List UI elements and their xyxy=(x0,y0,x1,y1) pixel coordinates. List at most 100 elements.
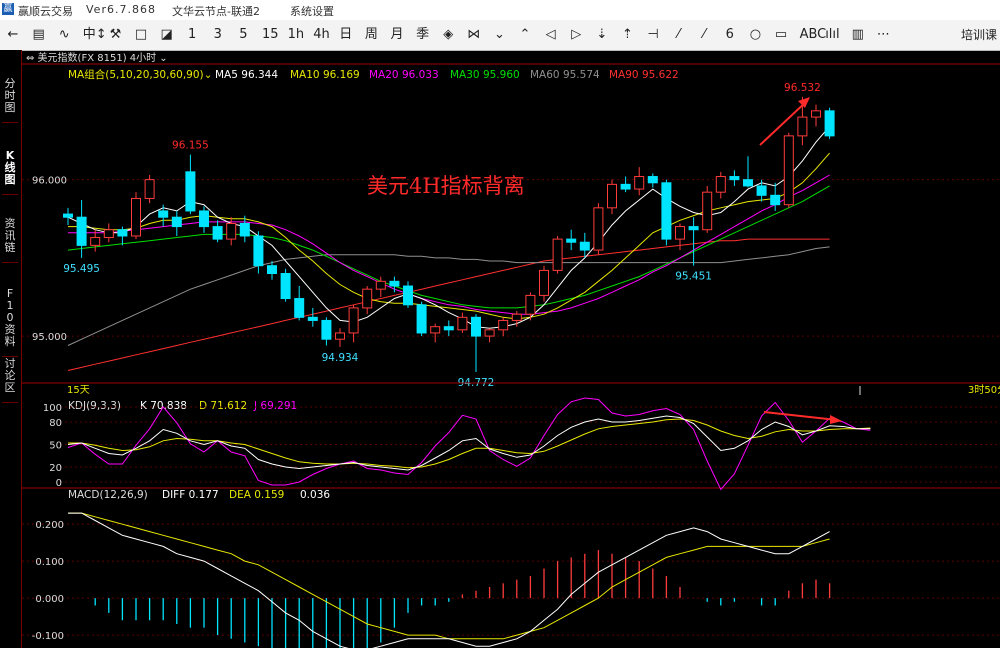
candle-body xyxy=(294,298,305,318)
toolbar-down-button[interactable]: ⇣ xyxy=(595,24,609,46)
candle-body xyxy=(688,226,699,231)
toolbar-bar-tool-button[interactable]: ılıl xyxy=(825,24,839,46)
app-logo-icon: 赢 xyxy=(2,3,14,15)
toolbar-table-button[interactable]: ▤ xyxy=(32,24,46,46)
toolbar-period-week-button[interactable]: 周 xyxy=(364,24,378,46)
sidebar-tab-f10[interactable]: F10资料 xyxy=(2,288,18,357)
candle-body xyxy=(770,194,781,206)
toolbar-prev-button[interactable]: ◁ xyxy=(544,24,558,46)
toolbar-seg-tool-button[interactable]: ⁄ xyxy=(697,24,711,46)
toolbar-line-tool-button[interactable]: ⊣ xyxy=(646,24,660,46)
sidebar-tab-forum[interactable]: 讨论区 xyxy=(2,358,18,403)
toolbar-period-4h-button[interactable]: 4h xyxy=(313,24,330,46)
toolbar-zoom-in-button[interactable]: ◈ xyxy=(441,24,455,46)
candle-body xyxy=(675,226,685,240)
toolbar-period-1m-button[interactable]: 1 xyxy=(185,24,199,46)
candle-body xyxy=(552,238,563,271)
footer-time: 3时50分 xyxy=(968,384,1000,396)
sidebar-tab-news[interactable]: 资讯链 xyxy=(2,218,18,263)
annotation-arrow-kdj xyxy=(763,411,838,421)
candle-body xyxy=(103,229,114,239)
toolbar-fib-tool-button[interactable]: 6 xyxy=(723,24,737,46)
toolbar-circle-tool-button[interactable]: ○ xyxy=(748,24,762,46)
macd-line-diff xyxy=(68,512,830,648)
toolbar-zoom-out-button[interactable]: ⋈ xyxy=(467,24,481,46)
toolbar-grid-tool-button[interactable]: ▥ xyxy=(851,24,865,46)
app-name: 赢顺云交易 xyxy=(18,5,73,18)
toolbar-period-day-button[interactable]: 日 xyxy=(339,24,353,46)
toolbar: ← ▤ ∿ 中↕ ⚒ □ ◪ 1 3 5 15 1h 4h 日周月季 ◈ ⋈ ⌄ ⌃ ◁ ▷ ⇣ ⇡ ⊣ ⁄ ⁄ 6 ○ ▭ ABC ıl… xyxy=(0,20,1000,51)
candle-body xyxy=(430,326,441,334)
server-node: 文华云节点-联通2 xyxy=(172,5,260,18)
candle-body xyxy=(348,307,359,334)
candle-body xyxy=(661,182,672,240)
candle-body xyxy=(756,185,767,196)
candle-body xyxy=(607,183,617,209)
candle-body xyxy=(620,183,631,190)
sidebar-tab-kline[interactable]: K线图 xyxy=(2,150,18,195)
candle-body xyxy=(403,285,413,306)
sidebar: 分时图 K线图资讯链 F10资料讨论区 xyxy=(0,50,22,648)
ma-line-ma5 xyxy=(67,126,830,329)
toolbar-period-month-button[interactable]: 月 xyxy=(390,24,404,46)
toolbar-up-button[interactable]: ⇡ xyxy=(620,24,634,46)
sidebar-tab-time-share[interactable]: 分时图 xyxy=(2,78,18,123)
toolbar-period-3m-button[interactable]: 3 xyxy=(211,24,225,46)
candle-body xyxy=(267,265,277,275)
candle-body xyxy=(253,235,264,267)
toolbar-period-1h-button[interactable]: 1h xyxy=(288,24,305,46)
toolbar-line-chart-button[interactable]: ∿ xyxy=(57,24,71,46)
toolbar-back-button[interactable]: ← xyxy=(6,24,20,46)
toolbar-scroll-down-button[interactable]: ⌄ xyxy=(492,24,506,46)
candle-body xyxy=(647,176,658,184)
toolbar-period-5m-button[interactable]: 5 xyxy=(236,24,250,46)
toolbar-tools-button[interactable]: ⚒ xyxy=(108,24,122,46)
footer-days: 15天 xyxy=(67,385,90,396)
candle-body xyxy=(239,222,250,237)
candle-body xyxy=(729,176,740,181)
menu-system-settings[interactable]: 系统设置 xyxy=(290,3,334,19)
toolbar-rect-tool-button[interactable]: ▭ xyxy=(774,24,788,46)
toolbar-more-button[interactable]: ⋯ xyxy=(876,24,890,46)
candle-body xyxy=(579,241,590,251)
candle-body xyxy=(199,210,209,228)
annotation-arrowhead-kdj xyxy=(830,415,842,424)
candle-body xyxy=(144,179,155,199)
macd-header: MACD(12,26,9) xyxy=(68,489,148,501)
candle-body xyxy=(743,179,753,187)
training-button[interactable]: 培训课 xyxy=(961,24,997,46)
candle-body xyxy=(634,176,645,190)
kdj-tick-label: 0 xyxy=(56,478,62,489)
candle-body xyxy=(797,116,808,137)
candle-body xyxy=(539,269,549,296)
toolbar-period-quarter-button[interactable]: 季 xyxy=(416,24,430,46)
candle-body xyxy=(457,316,468,331)
candle-body xyxy=(212,226,223,240)
ma-legend-ma60: MA60 95.574 xyxy=(530,69,600,81)
toolbar-ray-tool-button[interactable]: ⁄ xyxy=(672,24,686,46)
macd-line-dea xyxy=(68,512,830,640)
price-tick-label: 96.000 xyxy=(32,176,67,187)
macd-tick-label: 0.100 xyxy=(35,557,64,568)
candle-body xyxy=(335,332,345,340)
toolbar-period-15m-button[interactable]: 15 xyxy=(262,24,279,46)
toolbar-draw-box-button[interactable]: ◪ xyxy=(160,24,174,46)
toolbar-scroll-up-button[interactable]: ⌃ xyxy=(518,24,532,46)
toolbar-save-button[interactable]: □ xyxy=(134,24,148,46)
candle-body xyxy=(76,216,87,246)
candle-body xyxy=(471,316,481,337)
symbol-header: ⇔ 美元指数(FX 8151) 4小时 ⌄ xyxy=(26,51,168,64)
kdj-line-j xyxy=(67,397,871,491)
candle-body xyxy=(226,222,237,240)
toolbar-crosshair-button[interactable]: 中↕ xyxy=(83,24,107,46)
price-label-95-495: 95.495 xyxy=(63,263,100,275)
toolbar-next-button[interactable]: ▷ xyxy=(569,24,583,46)
toolbar-text-tool-button[interactable]: ABC xyxy=(800,24,827,46)
kdj-tick-label: 100 xyxy=(43,403,62,414)
kdj-tick-label: 80 xyxy=(49,418,62,429)
ma-legend-ma10: MA10 96.169 xyxy=(290,69,360,81)
candle-body xyxy=(63,213,73,218)
kdj-legend-k: K 70.838 xyxy=(140,400,187,412)
candle-body xyxy=(498,319,509,331)
chart-area[interactable]: ⇔ 美元指数(FX 8151) 4小时 ⌄ MA组合(5,10,20,30,60,… xyxy=(22,50,1000,648)
